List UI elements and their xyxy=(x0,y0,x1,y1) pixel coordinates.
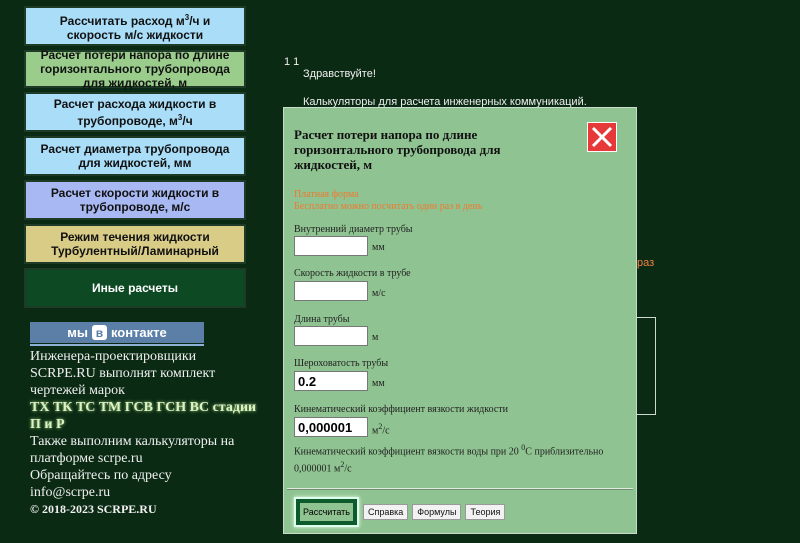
copyright: © 2018-2023 SCRPE.RU xyxy=(30,502,157,516)
sidebar-item-flow-rate[interactable]: Расчет расхода жидкости в трубопроводе, … xyxy=(24,92,246,132)
paid-notice-line: Бесплатно можно посчитать один раз в ден… xyxy=(294,201,483,212)
modal-actions: Рассчитать Справка Формулы Теория xyxy=(294,497,506,527)
promo-marks: ТХ ТК ТС ТМ ГСВ ГСН ВС стадии П и Р xyxy=(30,400,257,432)
close-icon[interactable] xyxy=(587,122,617,152)
viscosity-unit: м2/с xyxy=(372,422,390,436)
sidebar-item-label: Расчет потери напора по длине горизонтал… xyxy=(40,48,230,90)
modal-divider xyxy=(287,488,633,490)
promo-line: Также выполним калькуляторы на платформе… xyxy=(30,434,235,466)
sidebar-item-head-loss[interactable]: Расчет потери напора по длине горизонтал… xyxy=(24,48,246,90)
sidebar-item-label: Иные расчеты xyxy=(91,281,179,295)
diameter-input[interactable] xyxy=(294,236,368,256)
sidebar-item-flow-speed[interactable]: Рассчитать расход м3/ч и скорость м/с жи… xyxy=(24,6,246,46)
sidebar-item-label: Режим течения жидкости Турбулентный/Лами… xyxy=(51,230,219,258)
roughness-input[interactable] xyxy=(294,371,368,391)
background-text-fragment: раз xyxy=(637,257,655,269)
note-part: Кинематический коэффициент вязкости воды… xyxy=(294,446,522,458)
promo-line: Инженера-проектировщики SCRPE.RU выполня… xyxy=(30,349,216,398)
calculate-label: Рассчитать xyxy=(300,503,353,521)
velocity-unit: м/с xyxy=(372,288,386,299)
vk-text-post: контакте xyxy=(110,325,167,340)
sidebar-item-label: Расчет расхода жидкости в трубопроводе, … xyxy=(32,97,238,128)
help-button[interactable]: Справка xyxy=(362,504,409,520)
promo-line: Обращайтесь по адресу xyxy=(30,468,172,483)
note-part: /с xyxy=(344,463,352,475)
page-counter: 1 1 xyxy=(284,56,300,68)
sidebar-item-label: Расчет диаметра трубопровода для жидкост… xyxy=(40,142,230,170)
sidebar-item-label: Расчет скорости жидкости в трубопроводе,… xyxy=(50,186,220,214)
label-part: Рассчитать расход м xyxy=(59,13,185,28)
length-input[interactable] xyxy=(294,326,368,346)
viscosity-note: Кинематический коэффициент вязкости воды… xyxy=(294,441,624,476)
modal-title: Расчет потери напора по длине горизонтал… xyxy=(294,127,501,172)
theory-button[interactable]: Теория xyxy=(465,504,506,520)
formulas-button[interactable]: Формулы xyxy=(412,504,462,520)
sidebar-item-other[interactable]: Иные расчеты xyxy=(24,268,246,308)
email-link[interactable]: info@scrpe.ru xyxy=(30,484,260,501)
sidebar-item-label: Рассчитать расход м3/ч и скорость м/с жи… xyxy=(32,11,238,42)
vk-banner[interactable]: мы в контакте xyxy=(30,322,204,346)
length-unit: м xyxy=(372,332,379,343)
viscosity-label: Кинематический коэффициент вязкости жидк… xyxy=(294,404,509,415)
label-part: /ч xyxy=(182,113,193,128)
diameter-label: Внутренний диаметр трубы xyxy=(294,224,413,235)
paid-notice: Платная форма Бесплатно можно посчитать … xyxy=(294,189,482,213)
paid-notice-line: Платная форма xyxy=(294,189,359,200)
velocity-label: Скорость жидкости в трубе xyxy=(294,268,411,279)
sidebar-item-diameter[interactable]: Расчет диаметра трубопровода для жидкост… xyxy=(24,136,246,176)
viscosity-input[interactable] xyxy=(294,417,368,437)
calculator-modal: Расчет потери напора по длине горизонтал… xyxy=(283,107,637,534)
greeting-text: Здравствуйте! xyxy=(303,68,376,80)
velocity-input[interactable] xyxy=(294,281,368,301)
length-label: Длина трубы xyxy=(294,314,350,325)
sidebar: Рассчитать расход м3/ч и скорость м/с жи… xyxy=(24,6,246,312)
vk-underline xyxy=(30,344,204,346)
vk-logo-icon: в xyxy=(91,325,107,340)
diameter-unit: мм xyxy=(372,242,385,253)
sidebar-item-velocity[interactable]: Расчет скорости жидкости в трубопроводе,… xyxy=(24,180,246,220)
unit-part: /с xyxy=(382,425,390,437)
vk-text-pre: мы xyxy=(67,325,88,340)
promo-text: Инженера-проектировщики SCRPE.RU выполня… xyxy=(30,348,260,518)
roughness-label: Шероховатость трубы xyxy=(294,358,389,369)
roughness-unit: мм xyxy=(372,378,385,389)
sidebar-item-flow-regime[interactable]: Режим течения жидкости Турбулентный/Лами… xyxy=(24,224,246,264)
calculate-button[interactable]: Рассчитать xyxy=(294,497,359,527)
